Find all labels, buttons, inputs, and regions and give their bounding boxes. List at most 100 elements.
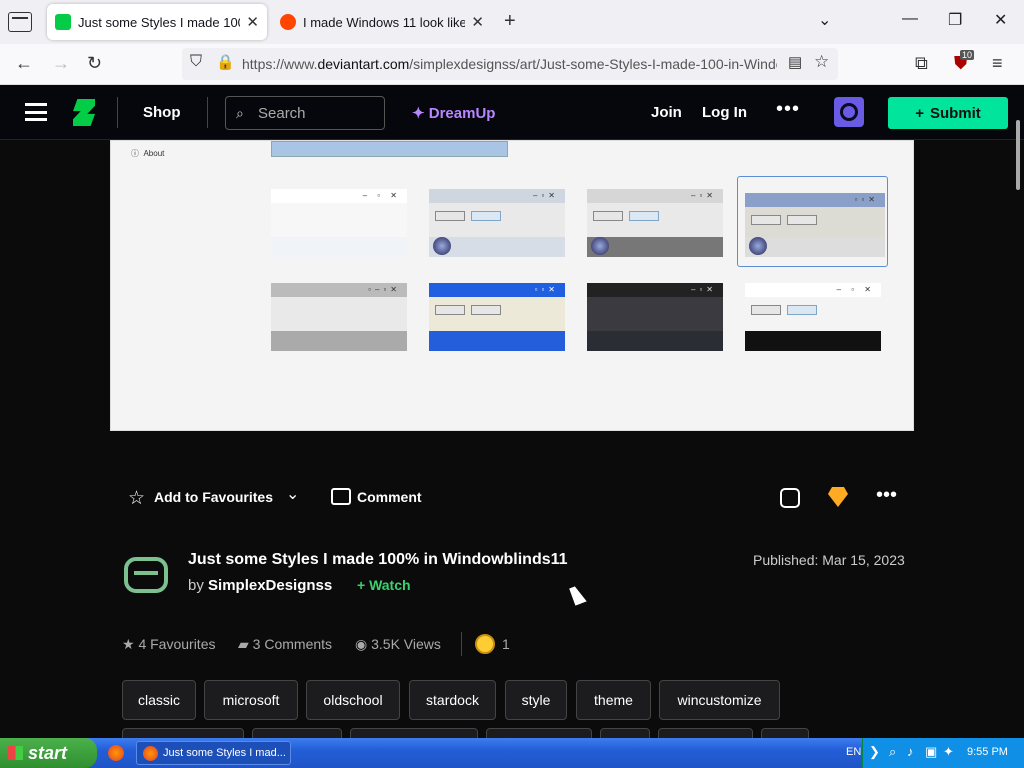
- extensions-icon[interactable]: ⧉: [915, 53, 928, 74]
- reddit-favicon-icon: [280, 14, 296, 30]
- tag-wincustomize[interactable]: wincustomize: [659, 680, 780, 720]
- shop-link[interactable]: Shop: [143, 104, 181, 121]
- clock[interactable]: 9:55 PM: [967, 746, 1008, 758]
- system-tray: ❯ ⌕ ♪ ▣ ✦ 9:55 PM: [862, 738, 1024, 768]
- thumb-button: [629, 211, 659, 221]
- deviantart-logo-icon[interactable]: [73, 99, 95, 126]
- search-placeholder: Search: [258, 105, 306, 122]
- volume-icon[interactable]: ♪: [907, 744, 914, 759]
- tab-title: I made Windows 11 look like XP: [303, 14, 466, 30]
- deviantart-favicon-icon: [55, 14, 71, 30]
- url-text: https://www.deviantart.com/simplexdesign…: [242, 56, 777, 72]
- forward-icon[interactable]: →: [52, 53, 70, 74]
- style-thumbnail: –▫✕: [587, 189, 723, 257]
- tag-classic[interactable]: classic: [122, 680, 196, 720]
- back-icon[interactable]: ←: [15, 53, 33, 74]
- comment-button[interactable]: Comment: [357, 489, 422, 505]
- tag-microsoft[interactable]: microsoft: [204, 680, 298, 720]
- chevron-down-icon[interactable]: ⌄: [286, 484, 299, 504]
- reader-view-icon[interactable]: ▤: [788, 53, 802, 71]
- list-all-tabs-icon[interactable]: ⌄: [818, 10, 831, 30]
- tab-deviantart[interactable]: Just some Styles I made 100% in Windowbl…: [47, 4, 267, 40]
- awards-count: 1: [502, 636, 510, 652]
- thumb-button: [471, 305, 501, 315]
- settings-icon[interactable]: ✦: [943, 744, 954, 760]
- divider: [461, 632, 462, 656]
- url-bar[interactable]: ⛉ 🔒 https://www.deviantart.com/simplexde…: [182, 48, 838, 80]
- start-label: start: [28, 742, 68, 763]
- tag-stardock[interactable]: stardock: [409, 680, 496, 720]
- divider: [207, 97, 208, 128]
- windows-flag-icon: [8, 746, 23, 760]
- style-thumbnail: – ▫ ✕: [745, 283, 881, 351]
- eye-icon: ◉: [355, 636, 368, 652]
- language-indicator[interactable]: EN: [846, 746, 861, 758]
- comments-stat[interactable]: ▰ 3 Comments: [238, 636, 332, 653]
- thumb-button: [593, 211, 623, 221]
- deviation-title: Just some Styles I made 100% in Windowbl…: [188, 551, 568, 568]
- search-input[interactable]: ⌕ Search: [225, 96, 385, 130]
- watch-button[interactable]: + Watch: [357, 577, 411, 593]
- byline: by SimplexDesignss: [188, 577, 332, 594]
- tag-oldschool[interactable]: oldschool: [306, 680, 400, 720]
- thumb-taskbar: [745, 331, 881, 351]
- taskbar-window-button[interactable]: Just some Styles I mad...: [136, 741, 291, 765]
- artwork-image[interactable]: ⓘ About – ▫ ✕ –▫✕ –▫✕ ▫▫✕ ▫–▫✕ ▫▫✕ –▫✕ –…: [110, 140, 914, 431]
- thumb-button: [435, 211, 465, 221]
- comment-icon[interactable]: [331, 488, 351, 505]
- gem-icon[interactable]: [828, 487, 848, 507]
- dreamup-label: DreamUp: [428, 105, 496, 122]
- join-link[interactable]: Join: [651, 104, 682, 121]
- tab-reddit[interactable]: I made Windows 11 look like XP ✕: [272, 4, 492, 40]
- plus-icon: +: [915, 104, 924, 122]
- bookmark-star-icon[interactable]: ☆: [814, 52, 829, 72]
- author-link[interactable]: SimplexDesignss: [208, 577, 332, 594]
- extension-badge: 10: [960, 50, 975, 60]
- add-to-favourites-button[interactable]: Add to Favourites: [154, 489, 273, 505]
- network-icon[interactable]: ▣: [925, 744, 937, 760]
- close-tab-icon[interactable]: ✕: [471, 13, 484, 31]
- new-tab-icon[interactable]: +: [504, 10, 516, 33]
- login-link[interactable]: Log In: [702, 104, 747, 121]
- tag-theme[interactable]: theme: [576, 680, 651, 720]
- close-tab-icon[interactable]: ✕: [246, 13, 259, 31]
- thumb-button: [471, 211, 501, 221]
- tab-list-icon[interactable]: [8, 12, 32, 32]
- thumb-taskbar: [429, 331, 565, 351]
- tray-search-icon[interactable]: ⌕: [889, 744, 896, 760]
- hamburger-menu-icon[interactable]: [25, 103, 47, 121]
- lock-icon[interactable]: 🔒: [216, 53, 235, 71]
- close-window-icon[interactable]: ✕: [994, 10, 1007, 30]
- author-avatar[interactable]: [124, 557, 168, 593]
- award-coin-icon[interactable]: [475, 634, 495, 654]
- firefox-quicklaunch-icon[interactable]: [108, 745, 124, 761]
- restore-icon[interactable]: ❐: [948, 10, 962, 30]
- about-label: About: [143, 149, 165, 158]
- dreamup-link[interactable]: ✦ DreamUp: [412, 104, 495, 122]
- thumb-button: [435, 305, 465, 315]
- avatar[interactable]: [834, 97, 864, 127]
- reload-icon[interactable]: ↻: [87, 53, 102, 74]
- by-label: by: [188, 577, 204, 594]
- shield-icon[interactable]: ⛉: [190, 53, 202, 71]
- more-options-icon[interactable]: •••: [876, 484, 897, 507]
- taskbar-window-title: Just some Styles I mad...: [163, 747, 286, 759]
- tray-expand-icon[interactable]: ❯: [869, 744, 880, 760]
- star-icon[interactable]: ☆: [128, 487, 145, 510]
- browser-nav-bar: ← → ↻ ⛉ 🔒 https://www.deviantart.com/sim…: [0, 44, 1024, 85]
- windows-taskbar: start Just some Styles I mad... EN ❯ ⌕ ♪…: [0, 738, 1024, 768]
- submit-button[interactable]: + Submit: [888, 97, 1008, 129]
- menu-icon[interactable]: ≡: [992, 53, 1003, 74]
- thumb-taskbar: [271, 237, 407, 257]
- minimize-icon[interactable]: —: [902, 10, 918, 28]
- window-controls-icon: –▫✕: [691, 285, 717, 294]
- gift-icon[interactable]: [780, 488, 800, 508]
- favourites-stat[interactable]: ★ 4 Favourites: [122, 636, 216, 653]
- browser-tab-bar: Just some Styles I made 100% in Windowbl…: [0, 0, 1024, 44]
- tag-style[interactable]: style: [505, 680, 567, 720]
- window-controls-icon: ▫▫✕: [534, 285, 559, 294]
- sparkle-icon: ✦: [412, 105, 425, 122]
- page-scrollbar[interactable]: [1016, 120, 1020, 190]
- start-button[interactable]: start: [0, 738, 97, 768]
- more-options-icon[interactable]: •••: [776, 98, 800, 121]
